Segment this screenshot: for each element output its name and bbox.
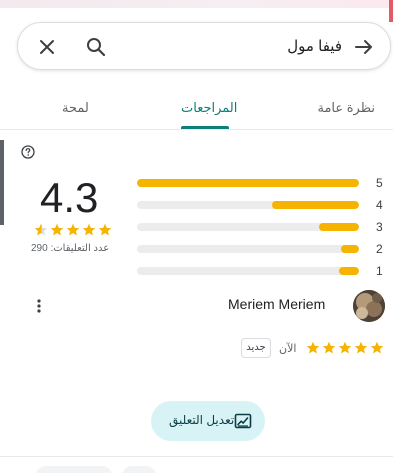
star-icon xyxy=(322,341,336,354)
arrow-right-icon[interactable] xyxy=(352,35,376,59)
star-icon xyxy=(34,223,48,236)
star-icon xyxy=(66,223,80,236)
tab-reviews[interactable]: المراجعات xyxy=(181,100,237,116)
tab-bar: نظرة عامة المراجعات لمحة xyxy=(0,90,393,130)
histogram-track xyxy=(137,267,359,275)
top-tint xyxy=(0,0,393,8)
star-icon xyxy=(82,223,96,236)
star-icon xyxy=(338,341,352,354)
tab-overview[interactable]: نظرة عامة xyxy=(317,100,375,116)
histogram-row[interactable]: 4 xyxy=(137,198,387,212)
more-options-icon[interactable] xyxy=(31,298,47,314)
star-icon xyxy=(306,341,320,354)
scrollbar-thumb[interactable] xyxy=(0,140,4,225)
search-query[interactable]: فيفا مول xyxy=(287,37,342,55)
histogram-star-label: 4 xyxy=(376,198,383,212)
new-badge: جديد xyxy=(241,338,271,358)
help-icon[interactable] xyxy=(21,145,35,159)
histogram-fill xyxy=(341,245,359,253)
reviews-count: عدد التعليقات: 290 xyxy=(31,243,110,254)
histogram-row[interactable]: 3 xyxy=(137,220,387,234)
review-stars xyxy=(306,341,384,354)
search-icon[interactable] xyxy=(84,35,108,59)
histogram-star-label: 1 xyxy=(376,264,383,278)
tab-about[interactable]: لمحة xyxy=(62,100,89,116)
histogram-star-label: 2 xyxy=(376,242,383,256)
histogram-row[interactable]: 5 xyxy=(137,176,387,190)
histogram-fill xyxy=(319,223,359,231)
edit-review-label: تعديل التعليق xyxy=(169,413,235,427)
histogram-fill xyxy=(137,179,359,187)
star-icon xyxy=(50,223,64,236)
histogram-row[interactable]: 1 xyxy=(137,264,387,278)
close-icon[interactable] xyxy=(35,35,59,59)
histogram-fill xyxy=(272,201,359,209)
edit-image-icon xyxy=(234,413,252,429)
average-rating-stars xyxy=(34,223,112,236)
right-edge-accent xyxy=(389,0,393,22)
avatar[interactable] xyxy=(353,290,385,322)
top-strip xyxy=(0,0,393,22)
histogram-row[interactable]: 2 xyxy=(137,242,387,256)
filter-chip[interactable] xyxy=(122,466,156,473)
divider xyxy=(0,456,393,457)
reviewer-name[interactable]: Meriem Meriem xyxy=(228,296,325,312)
review-time: الآن xyxy=(279,343,297,355)
star-icon xyxy=(98,223,112,236)
histogram-track xyxy=(137,223,359,231)
histogram-fill xyxy=(339,267,359,275)
histogram-track xyxy=(137,179,359,187)
star-icon xyxy=(370,341,384,354)
filter-chip[interactable] xyxy=(36,466,112,473)
avatar-image xyxy=(353,290,385,322)
histogram-track xyxy=(137,245,359,253)
average-rating: 4.3 xyxy=(40,174,99,221)
star-icon xyxy=(354,341,368,354)
search-box[interactable]: فيفا مول xyxy=(17,22,391,70)
edit-review-button[interactable]: تعديل التعليق xyxy=(151,401,265,441)
tab-selected-indicator xyxy=(181,126,229,129)
histogram-star-label: 5 xyxy=(376,176,383,190)
histogram-track xyxy=(137,201,359,209)
histogram-star-label: 3 xyxy=(376,220,383,234)
